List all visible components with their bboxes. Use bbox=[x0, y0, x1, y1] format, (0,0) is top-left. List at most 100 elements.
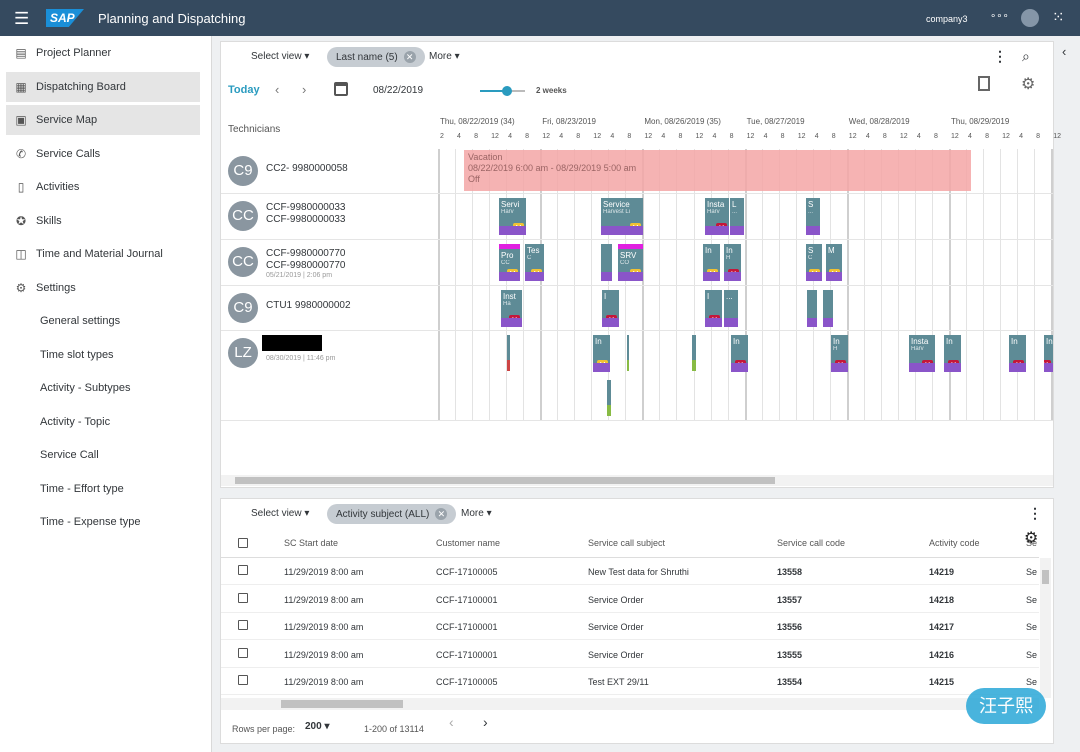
sidebar-item-dispatching-board[interactable]: ▦ Dispatching Board bbox=[6, 71, 200, 102]
list-select-view-dropdown[interactable]: Select view ▾ bbox=[251, 508, 309, 519]
menu-icon[interactable]: ☰ bbox=[14, 9, 29, 29]
event-block[interactable]: IH bbox=[705, 290, 722, 327]
event-block[interactable]: Insta Harv H bbox=[909, 335, 935, 372]
event-block[interactable]: Tes C M bbox=[525, 244, 544, 281]
sidebar-item-skills[interactable]: ✪ Skills bbox=[6, 206, 200, 236]
row-checkbox[interactable] bbox=[238, 647, 248, 658]
list-overflow-icon[interactable]: ⋮ bbox=[1028, 505, 1042, 522]
column-header[interactable]: SC Start date bbox=[284, 538, 338, 548]
event-block[interactable]: ... bbox=[724, 290, 738, 327]
slider-handle[interactable] bbox=[502, 86, 512, 96]
list-horizontal-scrollbar[interactable] bbox=[221, 698, 1039, 710]
board-horizontal-scrollbar[interactable] bbox=[221, 475, 1053, 486]
event-block[interactable]: In H H bbox=[831, 335, 848, 372]
event-block[interactable]: In H bbox=[1009, 335, 1026, 372]
row-checkbox[interactable] bbox=[238, 620, 248, 630]
event-block[interactable]: In H bbox=[731, 335, 748, 372]
column-header[interactable]: Service call subject bbox=[588, 538, 665, 548]
sidebar-item-time-effort-type[interactable]: Time - Effort type bbox=[6, 474, 200, 504]
prev-page-icon[interactable]: ‹ bbox=[449, 714, 454, 730]
list-vertical-scrollbar[interactable] bbox=[1040, 558, 1051, 698]
event-block[interactable]: SRV CO M bbox=[618, 244, 643, 281]
activity-link[interactable]: 14216 bbox=[929, 650, 954, 660]
service-call-link[interactable]: 13556 bbox=[777, 622, 802, 632]
event-marker[interactable] bbox=[507, 335, 510, 371]
sidebar-item-service-map[interactable]: ▣ Service Map bbox=[6, 105, 200, 135]
service-call-link[interactable]: 13554 bbox=[777, 677, 802, 687]
event-block[interactable]: In M bbox=[703, 244, 720, 281]
event-block[interactable]: SC M bbox=[806, 244, 822, 281]
select-all-checkbox[interactable] bbox=[238, 538, 248, 548]
event-block[interactable]: Pro CC M bbox=[499, 244, 520, 281]
filter-chip[interactable]: Last name (5) ✕ bbox=[327, 47, 425, 67]
column-header[interactable]: Service call code bbox=[777, 538, 845, 548]
event-block[interactable]: IH bbox=[602, 290, 619, 327]
user-icon[interactable] bbox=[1021, 9, 1039, 27]
gear-icon[interactable]: ⚙ bbox=[1021, 74, 1035, 94]
vacation-block[interactable]: Vacation 08/22/2019 6:00 am - 08/29/2019 … bbox=[464, 150, 971, 191]
row-checkbox[interactable] bbox=[238, 592, 248, 603]
sidebar-item-service-call[interactable]: Service Call bbox=[6, 440, 200, 470]
date-field[interactable]: 08/22/2019 bbox=[373, 85, 423, 96]
activity-link[interactable]: 14215 bbox=[929, 677, 954, 687]
map-icon[interactable] bbox=[978, 76, 990, 91]
activity-link[interactable]: 14217 bbox=[929, 622, 954, 632]
event-block[interactable]: In H H bbox=[724, 244, 741, 281]
column-header[interactable]: Activity code bbox=[929, 538, 980, 548]
activity-link[interactable]: 14219 bbox=[929, 567, 954, 577]
more-dropdown[interactable]: More ▾ bbox=[429, 51, 460, 62]
grid-icon[interactable]: ⁙ bbox=[1052, 8, 1065, 26]
technician-row[interactable]: C9 CTU1 9980000002 bbox=[221, 286, 1053, 331]
sidebar-item-time-expense-type[interactable]: Time - Expense type bbox=[6, 507, 200, 537]
sidebar-item-settings[interactable]: ⚙ Settings bbox=[6, 273, 200, 303]
event-block[interactable]: In M bbox=[593, 335, 610, 372]
sidebar-item-time-and-material-journal[interactable]: ◫ Time and Material Journal bbox=[6, 239, 200, 269]
row-checkbox[interactable] bbox=[238, 565, 248, 575]
event-marker[interactable] bbox=[607, 380, 611, 416]
collapse-panel-icon[interactable]: ‹ bbox=[1062, 44, 1066, 59]
sidebar-item-activities[interactable]: ▯ Activities bbox=[6, 172, 200, 202]
sidebar-item-general-settings[interactable]: General settings bbox=[6, 306, 200, 336]
search-icon[interactable]: ⌕ bbox=[1022, 48, 1030, 65]
event-block[interactable]: Servi Harv M bbox=[499, 198, 526, 235]
column-header[interactable]: Se bbox=[1026, 538, 1037, 548]
calendar-icon[interactable] bbox=[334, 82, 348, 96]
sidebar-item-activity-subtypes[interactable]: Activity - Subtypes bbox=[6, 373, 200, 403]
more-icon[interactable]: ∘∘∘ bbox=[990, 11, 1009, 22]
select-view-dropdown[interactable]: Select view ▾ bbox=[251, 51, 309, 62]
list-filter-chip[interactable]: Activity subject (ALL) ✕ bbox=[327, 504, 457, 524]
event-block[interactable] bbox=[601, 244, 612, 281]
column-header[interactable]: Customer name bbox=[436, 538, 500, 548]
company-name[interactable]: company3 bbox=[926, 14, 968, 24]
next-page-icon[interactable]: › bbox=[483, 714, 488, 730]
event-block[interactable]: In H bbox=[1044, 335, 1053, 372]
row-checkbox[interactable] bbox=[238, 675, 248, 685]
sidebar-item-time-slot-types[interactable]: Time slot types bbox=[6, 340, 200, 370]
event-block[interactable]: Inst Ha H bbox=[501, 290, 522, 327]
event-block[interactable]: MM bbox=[826, 244, 842, 281]
event-block[interactable] bbox=[823, 290, 833, 327]
event-marker[interactable] bbox=[692, 335, 696, 371]
event-block[interactable]: L... bbox=[730, 198, 744, 235]
event-block[interactable]: S... bbox=[806, 198, 820, 235]
sidebar-item-service-calls[interactable]: ✆ Service Calls bbox=[6, 139, 200, 169]
service-call-link[interactable]: 13558 bbox=[777, 567, 802, 577]
service-call-link[interactable]: 13555 bbox=[777, 650, 802, 660]
zoom-slider[interactable] bbox=[480, 86, 525, 96]
activity-link[interactable]: 14218 bbox=[929, 595, 954, 605]
event-block[interactable]: In H bbox=[944, 335, 961, 372]
rows-per-page-select[interactable]: 200 ▾ bbox=[305, 721, 330, 732]
service-call-link[interactable]: 13557 bbox=[777, 595, 802, 605]
list-more-dropdown[interactable]: More ▾ bbox=[461, 508, 492, 519]
close-icon[interactable]: ✕ bbox=[435, 508, 448, 520]
event-block[interactable]: Service Harvest Li M bbox=[601, 198, 643, 235]
event-marker[interactable] bbox=[627, 335, 629, 371]
sidebar-item-project-planner[interactable]: ▤ Project Planner bbox=[6, 38, 200, 68]
sidebar-item-activity-topic[interactable]: Activity - Topic bbox=[6, 407, 200, 437]
event-block[interactable]: Insta Harv H bbox=[705, 198, 729, 235]
next-icon[interactable]: › bbox=[302, 82, 306, 97]
prev-icon[interactable]: ‹ bbox=[275, 82, 279, 97]
close-icon[interactable]: ✕ bbox=[403, 51, 416, 63]
today-button[interactable]: Today bbox=[228, 84, 260, 96]
overflow-icon[interactable]: ⋮ bbox=[993, 48, 1007, 65]
